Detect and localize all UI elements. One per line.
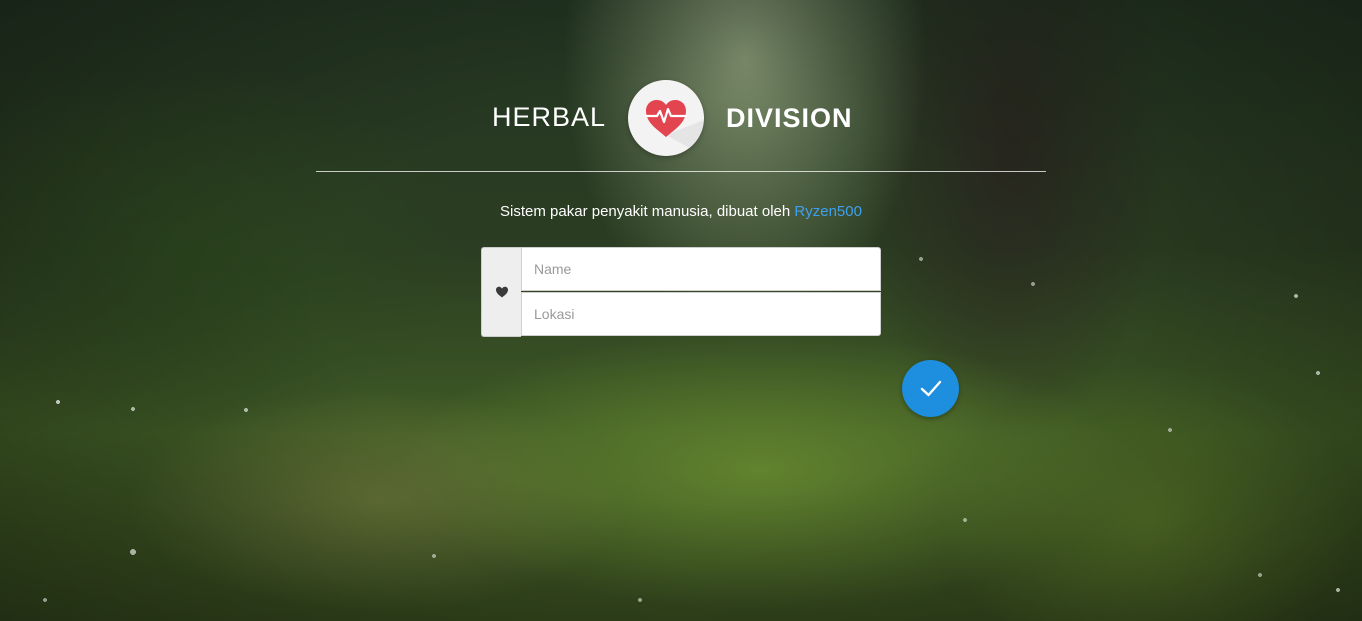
brand-division-text: DIVISION	[726, 103, 853, 133]
author-link[interactable]: Ryzen500	[794, 203, 862, 220]
intro-label: Sistem pakar penyakit manusia, dibuat ol…	[500, 203, 795, 220]
lokasi-input[interactable]	[521, 292, 881, 336]
brand-header: HERBAL DIVISION	[0, 80, 1362, 156]
header-divider	[316, 171, 1046, 172]
checkmark-icon	[920, 380, 942, 397]
heart-pulse-icon	[628, 80, 704, 156]
submit-button[interactable]	[902, 360, 959, 417]
brand-herbal-text: HERBAL	[491, 102, 606, 132]
heart-icon	[496, 286, 508, 298]
login-form	[481, 247, 881, 337]
intro-text: Sistem pakar penyakit manusia, dibuat ol…	[0, 203, 1362, 220]
name-input[interactable]	[521, 247, 881, 291]
input-addon	[481, 247, 521, 337]
